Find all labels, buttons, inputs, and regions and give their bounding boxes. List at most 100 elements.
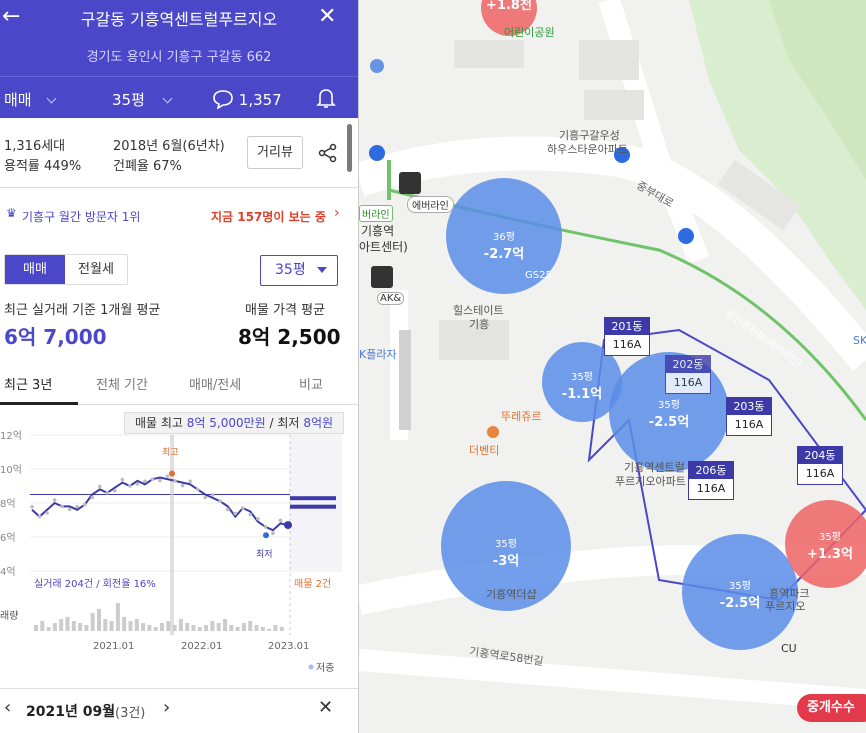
- area-dropdown-value: 35평: [275, 262, 306, 278]
- volume-bar: [84, 625, 89, 631]
- data-point: [210, 493, 215, 497]
- bubble-area: 35평: [658, 400, 680, 411]
- volume-bar: [267, 629, 272, 631]
- data-point: [45, 511, 49, 515]
- volume-bar: [260, 627, 265, 631]
- data-point: [67, 507, 72, 512]
- period-tabs: 최근 3년 전체 기간 매매/전세 비교: [0, 365, 358, 405]
- data-point: [271, 531, 275, 535]
- map-label: 더벤티: [469, 444, 500, 457]
- price-bubble[interactable]: 35평 -3억: [469, 535, 543, 569]
- recent-price-label: 최근 실거래 기준 1개월 평균: [4, 303, 161, 318]
- y-tick-label: 10억: [0, 464, 22, 476]
- area-dropdown[interactable]: 35평: [260, 255, 338, 286]
- dong-tag[interactable]: 201동 116A: [604, 317, 650, 356]
- price-bubble[interactable]: 36평 -2.7억: [464, 228, 544, 262]
- data-point: [158, 478, 162, 483]
- trade-type-select[interactable]: 매매: [4, 89, 57, 110]
- x-tick-label: 2022.01: [181, 641, 222, 652]
- price-bubble[interactable]: 35평 -2.5억: [632, 396, 706, 430]
- price-chart[interactable]: 12억 10억 8억 6억 4억 최고최저실거래 204건 / 회전율 16% 매물 2건래…: [0, 405, 359, 688]
- dong-tag[interactable]: 202동 116A: [665, 355, 711, 394]
- crown-icon: ♛: [6, 206, 17, 220]
- volume-bar: [197, 627, 202, 631]
- map-label: 기흥역더샵: [486, 588, 537, 601]
- data-point: [188, 479, 192, 484]
- x-tick-label: 2023.01: [268, 641, 309, 652]
- bell-icon[interactable]: [316, 87, 336, 113]
- comments-button[interactable]: 1,357: [212, 89, 282, 110]
- bubble-area: 35평: [495, 539, 517, 550]
- area-select[interactable]: 35평: [112, 89, 173, 110]
- road-view-button[interactable]: 거리뷰: [247, 136, 303, 169]
- data-point: [256, 516, 260, 521]
- volume-bar: [122, 617, 127, 631]
- tab-all-period[interactable]: 전체 기간: [96, 374, 148, 393]
- volume-bar: [71, 621, 76, 631]
- comment-count: 1,357: [238, 91, 282, 109]
- dong-tag[interactable]: 204동 116A: [797, 446, 843, 485]
- next-month-icon[interactable]: ›: [163, 697, 170, 718]
- page-title: 구갈동 기흥역센트럴푸르지오: [80, 10, 278, 29]
- close-month-icon[interactable]: ✕: [318, 697, 333, 718]
- data-point: [225, 507, 230, 512]
- dong-tag[interactable]: 206동 116A: [688, 461, 734, 500]
- chart-tooltip: 매물 최고 8억 5,000만원 / 최저 8억원: [124, 412, 344, 434]
- trade-type-label: 매매: [4, 91, 32, 109]
- map-canvas[interactable]: [359, 0, 866, 733]
- price-bubble[interactable]: +1.8천: [479, 0, 539, 13]
- low-floor-dot: [308, 664, 314, 670]
- map-label: 푸르지오아파트: [615, 475, 686, 488]
- data-point: [195, 487, 200, 492]
- month-label: 2021년 09월: [26, 704, 116, 720]
- tab-sale-jeonse[interactable]: 매매/전세: [189, 374, 241, 393]
- volume-bar: [153, 627, 158, 631]
- scrollbar[interactable]: [347, 124, 352, 172]
- data-point: [241, 506, 245, 510]
- map-label: 버라인: [359, 205, 393, 222]
- built-date: 2018년 6월(6년차): [113, 139, 225, 154]
- volume-bar: [235, 627, 240, 631]
- dropdown-triangle-icon: [317, 267, 327, 273]
- max-point: [169, 470, 175, 477]
- low-floor-label: 저층: [316, 662, 334, 674]
- detail-panel: ← 구갈동 기흥역센트럴푸르지오 ✕ 경기도 용인시 기흥구 구갈동 662 매…: [0, 0, 359, 733]
- map-label: 어린이공원: [504, 26, 555, 39]
- volume-bar: [210, 621, 215, 631]
- tab-recent-3y[interactable]: 최근 3년: [4, 374, 52, 393]
- price-line: [31, 476, 289, 532]
- map-label: AK&: [377, 292, 405, 305]
- broker-fee-button[interactable]: 중개수수: [797, 694, 866, 722]
- map-label: 하우스타운아파트: [547, 143, 628, 156]
- price-bubble[interactable]: 35평 -1.1억: [547, 368, 617, 402]
- chevron-down-icon: [46, 93, 57, 104]
- map-view[interactable]: 36평 -2.7억 35평 -1.1억 35평 -2.5억 35평 -3억 35…: [359, 0, 866, 733]
- data-point: [278, 518, 283, 523]
- price-bubble[interactable]: 35평 +1.3억: [794, 528, 866, 562]
- bubble-area: 35평: [729, 581, 751, 592]
- close-icon[interactable]: ✕: [318, 4, 340, 30]
- max-label: 최고: [162, 447, 179, 458]
- volume-bar: [46, 627, 51, 631]
- tooltip-max: 8억 5,000만원: [186, 416, 266, 430]
- volume-label: 래량: [0, 610, 18, 622]
- tab-compare[interactable]: 비교: [299, 374, 323, 393]
- sale-tab[interactable]: 매매: [5, 255, 65, 284]
- volume-bar: [229, 625, 234, 631]
- data-point: [173, 479, 177, 483]
- tooltip-min: 8억원: [303, 416, 334, 430]
- data-point: [97, 484, 102, 489]
- dong-tag[interactable]: 203동 116A: [726, 397, 772, 436]
- share-icon[interactable]: [318, 143, 338, 163]
- rent-tab[interactable]: 전월세: [65, 255, 127, 284]
- bubble-change: +1.3억: [807, 547, 853, 562]
- data-point: [120, 477, 125, 482]
- volume-bar: [172, 625, 177, 631]
- visitor-banner[interactable]: ♛ 기흥구 월간 방문자 1위 지금 157명이 보는 중 ›: [0, 200, 358, 230]
- data-point: [248, 512, 253, 517]
- prev-month-icon[interactable]: ‹: [4, 697, 11, 718]
- map-label: K플라자: [359, 348, 397, 361]
- dong-name: 203동: [727, 398, 771, 415]
- bubble-change: -2.5억: [648, 415, 690, 430]
- dong-type: 116A: [805, 467, 835, 480]
